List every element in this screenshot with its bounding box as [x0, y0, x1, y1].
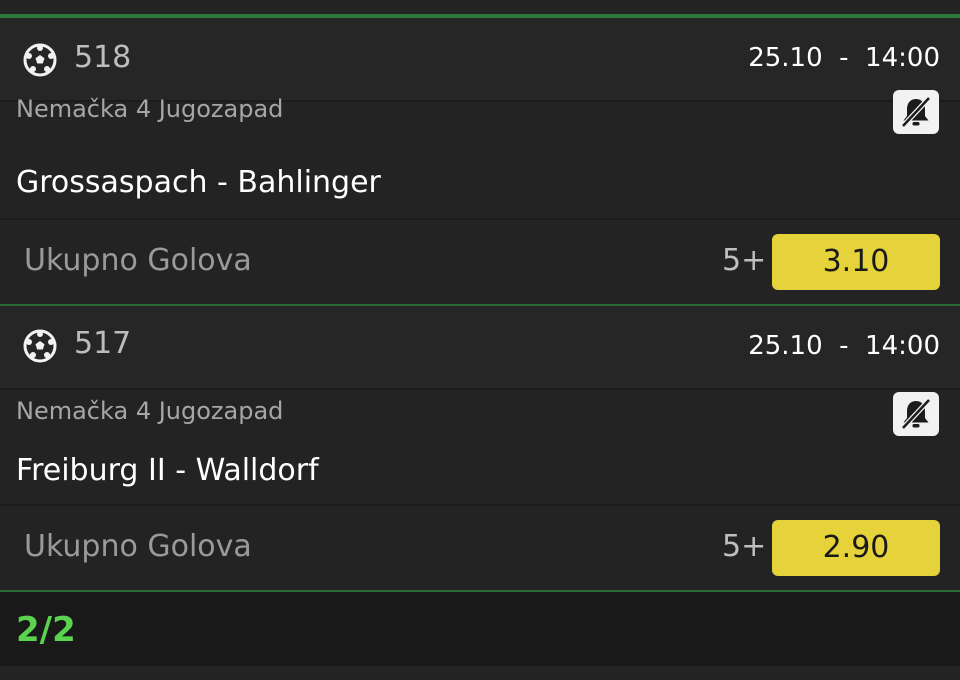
- market-name: Ukupno Golova: [24, 529, 252, 564]
- match-number: 518: [74, 40, 132, 75]
- odd-button[interactable]: 3.10: [772, 234, 940, 290]
- odd-button[interactable]: 2.90: [772, 520, 940, 576]
- market-name: Ukupno Golova: [24, 243, 252, 278]
- ticket-count: 2/2: [16, 610, 76, 650]
- market-outcome: 5+: [722, 243, 767, 278]
- match-header: 518 25.10 - 14:00: [0, 18, 960, 102]
- bell-off-icon: [901, 398, 931, 430]
- bell-off-icon: [901, 96, 931, 128]
- divider: [0, 504, 960, 506]
- soccer-ball-icon: [23, 329, 57, 363]
- market-outcome: 5+: [722, 529, 767, 564]
- league-name: Nemačka 4 Jugozapad: [16, 397, 284, 425]
- ticket-summary-bar[interactable]: 2/2: [0, 590, 960, 666]
- match-datetime: 25.10 - 14:00: [748, 43, 940, 73]
- match-teams[interactable]: Freiburg II - Walldorf: [16, 452, 319, 490]
- divider: [0, 218, 960, 220]
- match-card: 517 25.10 - 14:00 Nemačka 4 Jugozapad Fr…: [0, 304, 960, 590]
- top-strip: [0, 0, 960, 14]
- match-card: 518 25.10 - 14:00 Nemačka 4 Jugozapad Gr…: [0, 14, 960, 304]
- mute-notifications-button[interactable]: [893, 392, 939, 436]
- match-teams[interactable]: Grossaspach - Bahlinger: [16, 164, 381, 202]
- soccer-ball-icon: [23, 43, 57, 77]
- match-number: 517: [74, 326, 132, 361]
- bottom-strip: [0, 666, 960, 680]
- mute-notifications-button[interactable]: [893, 90, 939, 134]
- match-header: 517 25.10 - 14:00: [0, 306, 960, 390]
- match-datetime: 25.10 - 14:00: [748, 331, 940, 361]
- league-name: Nemačka 4 Jugozapad: [16, 95, 284, 123]
